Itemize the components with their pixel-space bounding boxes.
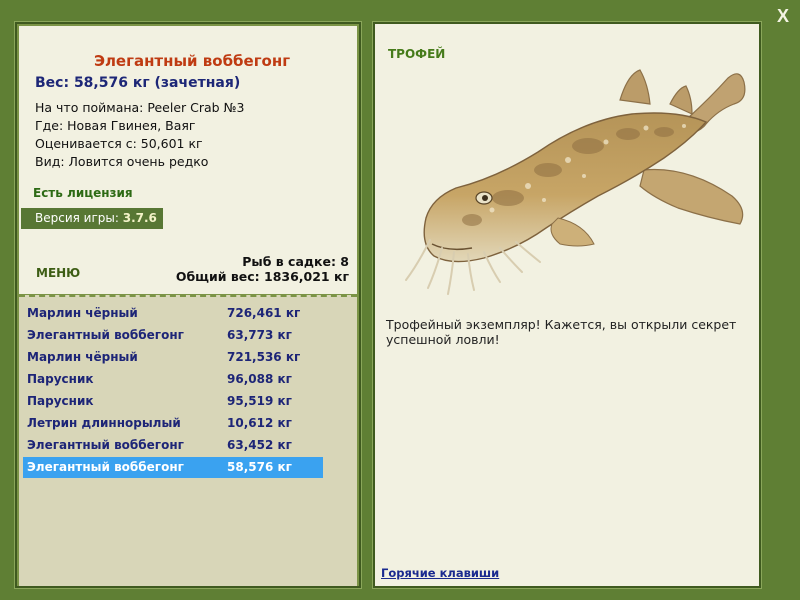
fish-name: Элегантный воббегонг: [27, 328, 184, 342]
list-item[interactable]: Марлин чёрный 721,536 кг: [23, 347, 323, 368]
list-item[interactable]: Элегантный воббегонг 63,773 кг: [23, 325, 323, 346]
valuation-info: Оценивается с: 50,601 кг: [35, 136, 203, 151]
list-item-selected[interactable]: Элегантный воббегонг 58,576 кг: [23, 457, 323, 478]
hotkeys-link[interactable]: Горячие клавиши: [381, 566, 499, 580]
trophy-panel: ТРОФЕЙ Трофейный экземпляр! Кажется, вы …: [372, 21, 762, 589]
fish-weight-value: 63,773 кг: [227, 328, 292, 342]
close-icon[interactable]: X: [772, 6, 794, 26]
fish-weight-value: 10,612 кг: [227, 416, 292, 430]
list-item[interactable]: Летрин длиннорылый 10,612 кг: [23, 413, 323, 434]
catch-list: Марлин чёрный 726,461 кг Элегантный вобб…: [19, 295, 357, 586]
keepnet-total-weight: Общий вес: 1836,021 кг: [175, 269, 349, 284]
trophy-label: ТРОФЕЙ: [388, 47, 446, 61]
license-status: Есть лицензия: [33, 186, 133, 200]
fish-weight-value: 726,461 кг: [227, 306, 301, 320]
keepnet-stats: Рыб в садке: 8 Общий вес: 1836,021 кг: [176, 254, 349, 284]
list-item[interactable]: Марлин чёрный 726,461 кг: [23, 303, 323, 324]
list-item[interactable]: Элегантный воббегонг 63,452 кг: [23, 435, 323, 456]
menu-button[interactable]: МЕНЮ: [36, 266, 80, 280]
list-item[interactable]: Парусник 95,519 кг: [23, 391, 323, 412]
fish-name: Парусник: [27, 394, 94, 408]
fish-name: Марлин чёрный: [27, 306, 138, 320]
fish-title: Элегантный воббегонг: [93, 52, 291, 70]
fish-name: Элегантный воббегонг: [27, 438, 184, 452]
species-rarity: Вид: Ловится очень редко: [35, 154, 209, 169]
fish-name: Парусник: [27, 372, 94, 386]
fish-weight-value: 96,088 кг: [227, 372, 292, 386]
trophy-description: Трофейный экземпляр! Кажется, вы открыли…: [386, 317, 737, 347]
fish-weight-value: 58,576 кг: [227, 460, 292, 474]
list-item[interactable]: Парусник 96,088 кг: [23, 369, 323, 390]
wobbegong-fish-image: [405, 69, 746, 295]
fish-name: Марлин чёрный: [27, 350, 138, 364]
version-label: Версия игры:: [35, 211, 119, 225]
bait-info: На что поймана: Peeler Crab №3: [35, 100, 245, 115]
dashed-divider: [19, 295, 357, 297]
fish-name: Элегантный воббегонг: [27, 460, 184, 474]
version-value: 3.7.6: [122, 211, 157, 225]
location-info: Где: Новая Гвинея, Ваяг: [35, 118, 196, 133]
fish-weight-value: 721,536 кг: [227, 350, 301, 364]
keepnet-count: Рыб в садке: 8: [242, 254, 349, 269]
catch-info-panel: Элегантный воббегонг Вес: 58,576 кг (зач…: [14, 21, 362, 589]
fish-weight-value: 95,519 кг: [227, 394, 292, 408]
catch-details: Элегантный воббегонг Вес: 58,576 кг (зач…: [19, 26, 357, 294]
fish-weight: Вес: 58,576 кг (зачетная): [35, 75, 241, 91]
fish-name: Летрин длиннорылый: [27, 416, 181, 430]
game-version: Версия игры: 3.7.6: [21, 208, 163, 229]
fish-weight-value: 63,452 кг: [227, 438, 292, 452]
